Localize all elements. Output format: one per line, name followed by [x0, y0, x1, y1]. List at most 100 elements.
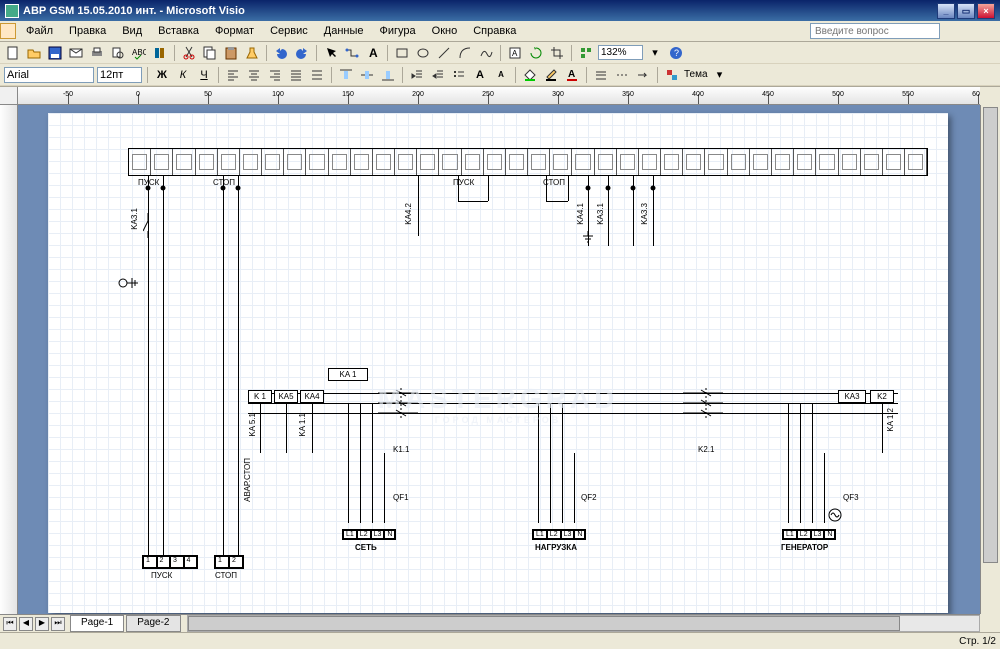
terminal[interactable] — [883, 149, 905, 175]
contactor-k11[interactable] — [378, 388, 418, 450]
terminal[interactable] — [572, 149, 594, 175]
line-weight-icon[interactable] — [592, 66, 610, 84]
undo-icon[interactable] — [272, 44, 290, 62]
terminal[interactable] — [772, 149, 794, 175]
bold-icon[interactable]: Ж — [153, 66, 171, 84]
terminal[interactable] — [417, 149, 439, 175]
align-right-icon[interactable] — [266, 66, 284, 84]
page-tab-1[interactable]: Page-1 — [70, 615, 124, 632]
close-button[interactable]: × — [977, 3, 995, 19]
generator-symbol[interactable] — [828, 508, 842, 524]
wire[interactable] — [568, 176, 569, 201]
connector-icon[interactable] — [343, 44, 361, 62]
new-icon[interactable] — [4, 44, 22, 62]
wire[interactable] — [458, 201, 488, 202]
print-icon[interactable] — [88, 44, 106, 62]
redo-icon[interactable] — [293, 44, 311, 62]
minimize-button[interactable]: _ — [937, 3, 955, 19]
line-ends-icon[interactable] — [634, 66, 652, 84]
menu-view[interactable]: Вид — [114, 23, 150, 39]
terminal[interactable] — [861, 149, 883, 175]
increase-indent-icon[interactable] — [408, 66, 426, 84]
wire-bus[interactable] — [248, 393, 898, 394]
wire[interactable] — [360, 403, 361, 523]
wire[interactable] — [824, 453, 825, 523]
tab-next-icon[interactable]: ▶ — [35, 617, 49, 631]
wire[interactable] — [372, 403, 373, 523]
decrease-indent-icon[interactable] — [429, 66, 447, 84]
terminal[interactable] — [218, 149, 240, 175]
menu-shape[interactable]: Фигура — [372, 23, 424, 39]
underline-icon[interactable]: Ч — [195, 66, 213, 84]
wire[interactable] — [800, 403, 801, 523]
theme-icon[interactable] — [663, 66, 681, 84]
horizontal-ruler[interactable]: -50050100150200250300350400450500550600 — [18, 87, 980, 105]
wire[interactable] — [812, 403, 813, 523]
schematic-diagram[interactable]: ПУСК СТОП ПУСК СТОП KA3.1 — [48, 113, 948, 613]
h-scroll-track[interactable] — [187, 615, 981, 632]
drawing-page[interactable]: ПУСК СТОП ПУСК СТОП KA3.1 — [48, 113, 948, 613]
terminal[interactable] — [284, 149, 306, 175]
terminal[interactable] — [151, 149, 173, 175]
tab-last-icon[interactable]: ⏭ — [51, 617, 65, 631]
spelling-icon[interactable]: ABC — [130, 44, 148, 62]
save-icon[interactable] — [46, 44, 64, 62]
bottom-terminals-2[interactable]: 1 2 — [214, 555, 244, 569]
terminal[interactable] — [484, 149, 506, 175]
terminal[interactable] — [196, 149, 218, 175]
research-icon[interactable] — [151, 44, 169, 62]
terminal[interactable] — [683, 149, 705, 175]
terminal[interactable] — [439, 149, 461, 175]
align-left-icon[interactable] — [224, 66, 242, 84]
font-name-select[interactable] — [4, 67, 94, 83]
format-painter-icon[interactable] — [243, 44, 261, 62]
wire[interactable] — [882, 403, 883, 453]
ground-icon[interactable] — [581, 231, 595, 247]
contact-ka31[interactable] — [143, 213, 153, 238]
vertical-ruler[interactable] — [0, 105, 18, 614]
terminal[interactable] — [129, 149, 151, 175]
vertical-scrollbar[interactable] — [980, 105, 1000, 614]
relay-k2[interactable]: K2 — [870, 390, 894, 403]
wire[interactable] — [260, 403, 261, 453]
copy-icon[interactable] — [201, 44, 219, 62]
contactor-k21[interactable] — [683, 388, 723, 450]
relay-ka4[interactable]: KA4 — [300, 390, 324, 403]
terminal[interactable] — [639, 149, 661, 175]
terminal[interactable] — [816, 149, 838, 175]
line-pattern-icon[interactable] — [613, 66, 631, 84]
phase-box-qf3[interactable]: L1 L2 L3 N — [782, 529, 836, 540]
terminal[interactable] — [794, 149, 816, 175]
distribute-icon[interactable] — [308, 66, 326, 84]
menu-help[interactable]: Справка — [465, 23, 524, 39]
align-top-icon[interactable] — [337, 66, 355, 84]
menu-edit[interactable]: Правка — [61, 23, 114, 39]
theme-label[interactable]: Тема — [684, 69, 708, 80]
phase-box-qf2[interactable]: L1 L2 L3 N — [532, 529, 586, 540]
terminal[interactable] — [506, 149, 528, 175]
wire[interactable] — [312, 403, 313, 453]
terminal[interactable] — [351, 149, 373, 175]
paste-icon[interactable] — [222, 44, 240, 62]
italic-icon[interactable]: К — [174, 66, 192, 84]
terminal[interactable] — [661, 149, 683, 175]
align-justify-icon[interactable] — [287, 66, 305, 84]
wire[interactable] — [238, 176, 239, 556]
tab-first-icon[interactable]: ⏮ — [3, 617, 17, 631]
print-preview-icon[interactable] — [109, 44, 127, 62]
menu-insert[interactable]: Вставка — [150, 23, 207, 39]
v-scroll-thumb[interactable] — [983, 107, 998, 563]
font-size-down-icon[interactable]: A — [492, 66, 510, 84]
font-size-up-icon[interactable]: A — [471, 66, 489, 84]
wire[interactable] — [788, 403, 789, 523]
font-color-icon[interactable]: A — [563, 66, 581, 84]
terminal[interactable] — [240, 149, 262, 175]
zoom-dropdown-icon[interactable]: ▾ — [646, 44, 664, 62]
line-icon[interactable] — [435, 44, 453, 62]
terminal[interactable] — [395, 149, 417, 175]
terminal[interactable] — [262, 149, 284, 175]
freeform-icon[interactable] — [477, 44, 495, 62]
menu-tools[interactable]: Сервис — [262, 23, 316, 39]
arc-icon[interactable] — [456, 44, 474, 62]
terminal[interactable] — [528, 149, 550, 175]
